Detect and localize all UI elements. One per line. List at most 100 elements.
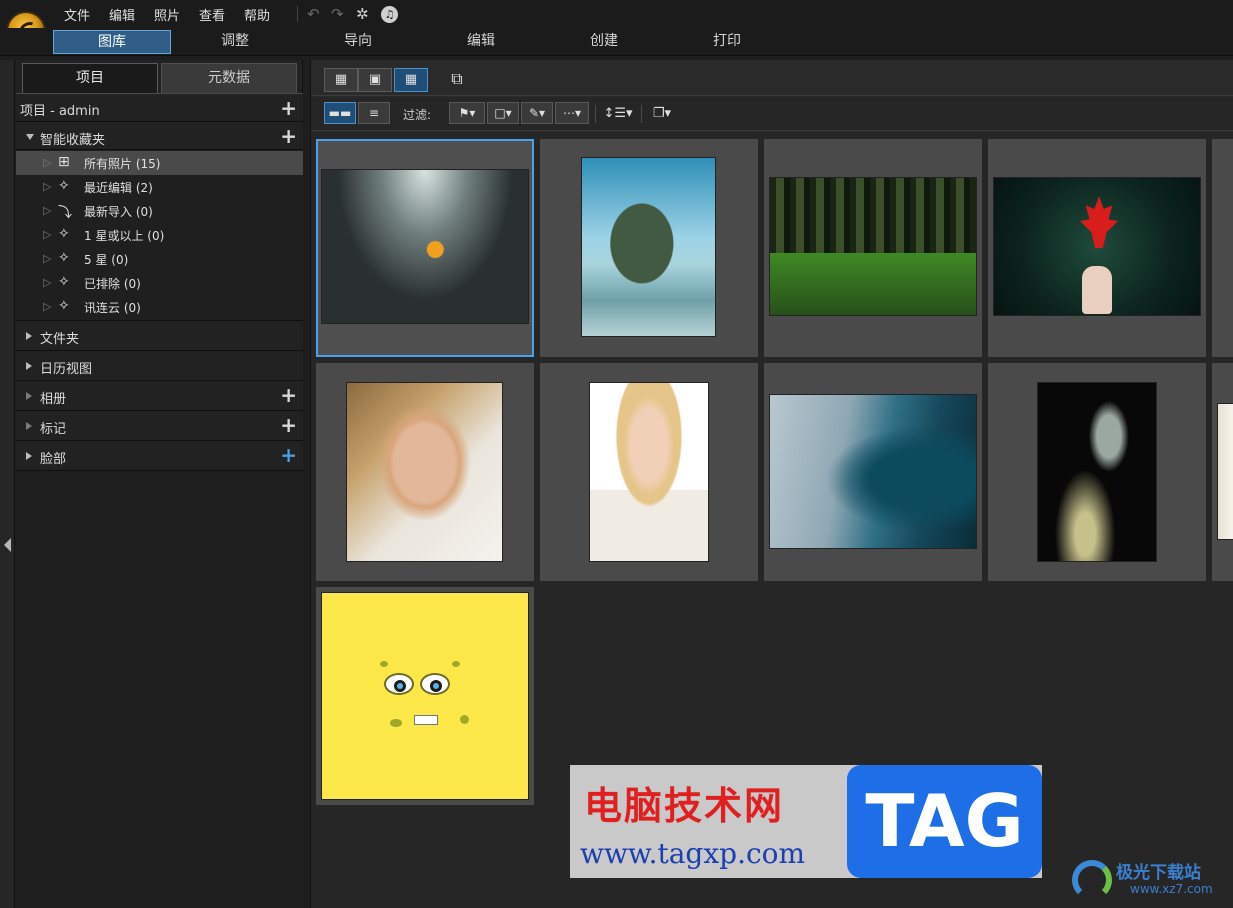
section-label: 相册 [40, 392, 67, 407]
expand-arrow-icon[interactable] [26, 332, 32, 340]
smart-item-latest-import[interactable]: ▷ ⤵ 最新导入 (0) [16, 199, 303, 223]
smart-item-one-star[interactable]: ▷ ✧ 1 星或以上 (0) [16, 223, 303, 247]
thumbnail-cell[interactable] [540, 363, 758, 581]
photo-laughing-girl[interactable] [589, 382, 709, 562]
toolbar-divider [595, 105, 596, 123]
photo-sea-rock[interactable] [581, 157, 716, 337]
thumbnail-cell[interactable] [1212, 139, 1233, 357]
section-label: 脸部 [40, 452, 67, 467]
single-view-icon[interactable]: ▦ [324, 68, 358, 92]
section-tags[interactable]: 标记 + [16, 411, 303, 441]
view-toolbar: ▦ ▣ ▦ ⧉ [311, 60, 1233, 96]
photo-basketball[interactable] [321, 169, 529, 324]
section-folders[interactable]: 文件夹 [16, 321, 303, 351]
thumbnail-cell[interactable] [988, 139, 1206, 357]
smart-item-recent-edit[interactable]: ▷ ✧ 最近编辑 (2) [16, 175, 303, 199]
collapse-left-icon[interactable] [4, 538, 11, 552]
add-smart-collection-icon[interactable]: + [280, 126, 297, 146]
menu-bar: 文件 编辑 照片 查看 帮助 ↶ ↷ ✲ ♫ [0, 0, 1233, 28]
menu-edit[interactable]: 编辑 [109, 5, 135, 24]
add-face-icon[interactable]: + [280, 445, 297, 465]
photo-forest[interactable] [769, 177, 977, 316]
photo-maple-leaf[interactable] [993, 177, 1201, 316]
corner-watermark: 极光下载站 www.xz7.com [1072, 856, 1232, 904]
menu-view[interactable]: 查看 [199, 5, 225, 24]
toolbar-divider [641, 105, 642, 123]
tab-adjust[interactable]: 调整 [176, 30, 294, 54]
watermark-title: 电脑技术网 [584, 783, 785, 828]
chevron-right-icon[interactable]: ▷ [43, 228, 51, 241]
panel-collapse-strip[interactable] [0, 60, 15, 908]
grass-area [770, 253, 976, 315]
smart-item-all-photos[interactable]: ▷ ⊞ 所有照片 (15) [16, 151, 303, 175]
filter-label: 过滤: [403, 108, 432, 122]
chevron-right-icon[interactable]: ▷ [43, 276, 51, 289]
thumbnail-cell[interactable] [1212, 363, 1233, 581]
add-tag-icon[interactable]: + [280, 415, 297, 435]
redo-icon[interactable]: ↷ [331, 5, 344, 23]
notification-icon[interactable]: ♫ [381, 6, 398, 23]
more-filter-icon[interactable]: ⋯▾ [555, 102, 589, 124]
import-arrow-icon: ⤵ [58, 205, 72, 221]
thumbnail-cell[interactable] [764, 139, 982, 357]
menu-help[interactable]: 帮助 [244, 5, 270, 24]
settings-gear-icon[interactable]: ✲ [356, 5, 369, 23]
smart-item-cloud[interactable]: ▷ ✧ 讯连云 (0) [16, 295, 303, 319]
thumbnail-cell[interactable] [764, 363, 982, 581]
menu-photo[interactable]: 照片 [154, 5, 180, 24]
thumbnail-cell[interactable] [988, 363, 1206, 581]
sort-icon[interactable]: ↕☰▾ [601, 103, 635, 125]
tab-create[interactable]: 创建 [545, 30, 663, 54]
magic-wand-icon: ✧ [58, 226, 70, 242]
photo-smiling-woman[interactable] [346, 382, 503, 562]
thumbnail-cell[interactable] [316, 139, 534, 357]
section-calendar[interactable]: 日历视图 [16, 351, 303, 381]
expand-arrow-icon[interactable] [26, 134, 34, 140]
thumbnail-cell[interactable] [540, 139, 758, 357]
rotate-view-icon[interactable]: ⧉ [445, 68, 469, 90]
photo-dark-window[interactable] [1037, 382, 1157, 562]
stack-icon[interactable]: ❐▾ [649, 103, 675, 125]
label-filter-icon[interactable]: □▾ [487, 102, 519, 124]
chevron-right-icon[interactable]: ▷ [43, 300, 51, 313]
tab-guided[interactable]: 导向 [299, 30, 417, 54]
magic-wand-icon: ✧ [58, 250, 70, 266]
tab-print[interactable]: 打印 [668, 30, 786, 54]
chevron-right-icon[interactable]: ▷ [43, 156, 51, 169]
add-project-icon[interactable]: + [280, 98, 297, 118]
section-albums[interactable]: 相册 + [16, 381, 303, 411]
tab-project[interactable]: 项目 [22, 63, 158, 93]
section-faces[interactable]: 脸部 + [16, 441, 303, 471]
photo-ocean-wave[interactable] [769, 394, 977, 549]
tab-metadata[interactable]: 元数据 [161, 63, 297, 93]
grid-view-icon[interactable]: ▦ [394, 68, 428, 92]
smart-item-five-star[interactable]: ▷ ✧ 5 星 (0) [16, 247, 303, 271]
tab-library[interactable]: 图库 [53, 30, 171, 54]
smart-item-label: 已排除 (0) [84, 277, 141, 291]
menu-file[interactable]: 文件 [64, 5, 90, 24]
photo-spongebob[interactable] [321, 592, 529, 800]
thumbnail-mode-icon[interactable]: ▬▬ [324, 102, 356, 124]
expand-arrow-icon[interactable] [26, 362, 32, 370]
photo-partial[interactable] [1217, 403, 1233, 540]
chevron-right-icon[interactable]: ▷ [43, 204, 51, 217]
list-mode-icon[interactable]: ≡ [358, 102, 390, 124]
teeth-shape [414, 715, 438, 725]
chevron-right-icon[interactable]: ▷ [43, 252, 51, 265]
undo-icon[interactable]: ↶ [307, 5, 320, 23]
tab-edit[interactable]: 编辑 [422, 30, 540, 54]
section-label: 文件夹 [40, 332, 80, 347]
thumbnail-cell[interactable] [316, 363, 534, 581]
add-album-icon[interactable]: + [280, 385, 297, 405]
thumbnail-cell[interactable] [316, 587, 534, 805]
expand-arrow-icon[interactable] [26, 422, 32, 430]
flag-filter-icon[interactable]: ⚑▾ [449, 102, 485, 124]
watermark-url: www.tagxp.com [580, 837, 806, 870]
smart-item-excluded[interactable]: ▷ ✧ 已排除 (0) [16, 271, 303, 295]
expand-arrow-icon[interactable] [26, 392, 32, 400]
smart-collections-header[interactable]: 智能收藏夹 + [16, 122, 303, 150]
pen-filter-icon[interactable]: ✎▾ [521, 102, 553, 124]
chevron-right-icon[interactable]: ▷ [43, 180, 51, 193]
compare-view-icon[interactable]: ▣ [358, 68, 392, 92]
expand-arrow-icon[interactable] [26, 452, 32, 460]
